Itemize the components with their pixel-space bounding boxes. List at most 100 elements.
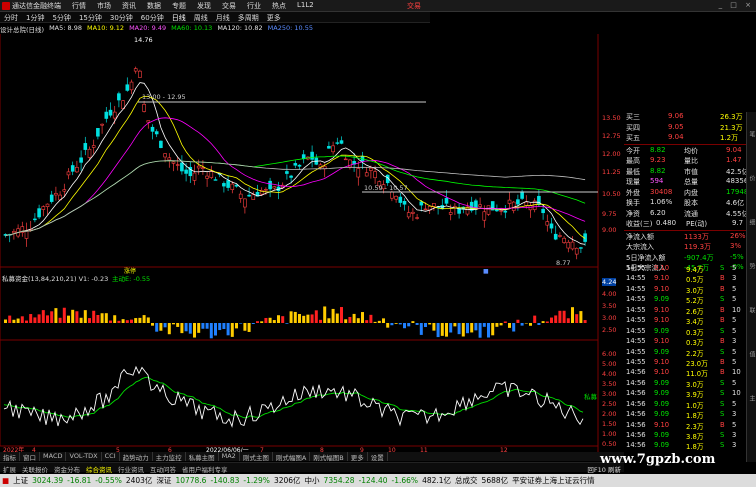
candle-body	[411, 211, 415, 214]
tab-private-main[interactable]: 私募主图	[186, 452, 219, 462]
main-menu: 行情 市场 资讯 数据 专题 发现 交易 行业 热点 L1L2	[72, 1, 322, 11]
tab-indicator[interactable]: 指标	[0, 452, 20, 462]
menu-item-trade[interactable]: 交易	[222, 1, 247, 11]
histogram-bar	[230, 323, 234, 337]
tab-window[interactable]: 窗口	[20, 452, 40, 462]
histogram-bar	[176, 323, 180, 327]
period-monthly[interactable]: 月线	[212, 12, 234, 22]
menu-item-industry[interactable]: 行业	[247, 1, 272, 11]
trade-button[interactable]: 交易	[407, 1, 421, 11]
tab-settings[interactable]: 设置	[368, 452, 388, 462]
tab-monitor[interactable]: 主力监控	[153, 452, 186, 462]
side-tab[interactable]: 势	[747, 244, 756, 288]
tick-price: 9.10	[654, 420, 670, 429]
period-more[interactable]: 更多	[263, 12, 285, 22]
tick-time: 14:55	[626, 284, 646, 293]
tick-list[interactable]: 14:55 9.10 9.4万 S 5 14:55 9.10 0.5万 B 3 14:55 9.10 3…	[624, 264, 746, 452]
period-intraday[interactable]: 分时	[0, 12, 22, 22]
tick-side: B	[720, 305, 725, 314]
tab-gang-b[interactable]: 刚式幅图B	[310, 452, 348, 462]
sh-change: -16.81	[67, 476, 92, 485]
tick-time: 14:55	[626, 347, 646, 356]
side-tab[interactable]: 细	[747, 200, 756, 244]
histogram-bar	[264, 317, 268, 323]
candle-body	[373, 171, 377, 179]
period-60min[interactable]: 60分钟	[137, 12, 168, 22]
candle-body	[154, 131, 159, 135]
tab-ma2[interactable]: MA2	[219, 452, 240, 461]
tick-time: 14:56	[626, 441, 646, 450]
menu-item-data[interactable]: 数据	[147, 1, 172, 11]
tick-side: B	[720, 316, 725, 325]
side-tab[interactable]: 值	[747, 332, 756, 376]
stat-row: 换手 1.06% 股本 4.6亿	[626, 198, 745, 207]
tick-volume: 11.0万	[686, 370, 708, 379]
histogram-bar	[214, 323, 217, 336]
tick-volume: 3.9万	[686, 391, 704, 400]
chart-marker-b: ■	[483, 268, 489, 275]
candle-body	[503, 210, 508, 213]
candle-body	[562, 237, 566, 243]
menu-item-market[interactable]: 市场	[97, 1, 122, 11]
menu-item-news[interactable]: 资讯	[122, 1, 147, 11]
tab-vol[interactable]: VOL-TDX	[66, 452, 102, 461]
tab-qa[interactable]: 互动问答	[147, 463, 179, 474]
menu-item-topic[interactable]: 专题	[172, 1, 197, 11]
histogram-bar	[41, 310, 45, 323]
tab-trend[interactable]: 趋势动力	[120, 452, 153, 462]
menu-item-hot[interactable]: 热点	[272, 1, 297, 11]
period-1min[interactable]: 1分钟	[22, 12, 48, 22]
side-tab[interactable]: 联	[747, 288, 756, 332]
tick-volume: 0.3万	[686, 339, 704, 348]
histogram-bar	[314, 310, 318, 323]
level2-label: 10.59 - 10.57	[364, 184, 408, 192]
side-tab[interactable]: 笔	[747, 112, 756, 156]
histogram-bar	[545, 321, 549, 323]
tab-fund-dist[interactable]: 资金分布	[51, 463, 83, 474]
tab-benefit[interactable]: 省用户福利专享	[179, 463, 231, 474]
server-name[interactable]: 平安证券上海上证云行情	[510, 475, 597, 486]
menu-item-l1l2[interactable]: L1L2	[297, 1, 322, 11]
sh-pct: -0.55%	[95, 476, 122, 485]
histogram-bar	[239, 323, 243, 324]
menu-item-quotes[interactable]: 行情	[72, 1, 97, 11]
tab-more[interactable]: 更多	[348, 452, 368, 462]
tab-related[interactable]: 关联报价	[19, 463, 51, 474]
price-tick: 13.50	[602, 114, 621, 122]
tick-count: 10	[732, 305, 741, 314]
histogram-bar	[180, 323, 184, 334]
tab-gang-a[interactable]: 刚式幅图A	[273, 452, 311, 462]
zx-label[interactable]: 中小	[303, 475, 322, 486]
tick-row: 14:55 9.10 23.0万 B 5	[624, 358, 746, 368]
window-controls[interactable]: _ □ ×	[719, 1, 754, 9]
tick-count: 3	[732, 431, 737, 439]
period-daily[interactable]: 日线	[168, 12, 190, 22]
menu-item-discover[interactable]: 发现	[197, 1, 222, 11]
sh-label[interactable]: 上证	[11, 475, 30, 486]
period-weekly[interactable]: 周线	[190, 12, 212, 22]
sz-label[interactable]: 深证	[154, 475, 173, 486]
tab-news[interactable]: 综合资讯	[83, 463, 115, 474]
tick-time: 14:55	[626, 337, 646, 346]
histogram-bar	[218, 323, 222, 331]
tab-industry-news[interactable]: 行业资讯	[115, 463, 147, 474]
period-multi[interactable]: 多周期	[234, 12, 263, 22]
period-5min[interactable]: 5分钟	[48, 12, 74, 22]
side-tab[interactable]: 价	[747, 156, 756, 200]
tab-expand[interactable]: 扩展	[0, 463, 19, 474]
tab-cci[interactable]: CCI	[102, 452, 120, 461]
candle-body	[175, 164, 180, 166]
tick-time: 14:56	[626, 431, 646, 439]
tick-row: 14:56 9.09 3.0万 S 5	[624, 379, 746, 389]
kline-chart[interactable]: 14.76 13.00 - 12.95 10.59 - 10.57 8.77 涨…	[0, 34, 624, 452]
tab-gang-main[interactable]: 刚式主图	[240, 452, 273, 462]
order-book-row: 买三 9.06 26.3万	[626, 112, 743, 121]
period-30min[interactable]: 30分钟	[106, 12, 137, 22]
candle-body	[226, 180, 230, 188]
tab-macd[interactable]: MACD	[40, 452, 67, 461]
tick-row: 14:56 9.09 3.9万 S 10	[624, 389, 746, 399]
side-tab[interactable]: 主	[747, 376, 756, 420]
tick-price: 9.09	[654, 410, 670, 419]
period-15min[interactable]: 15分钟	[75, 12, 106, 22]
tick-price: 9.10	[654, 274, 670, 283]
